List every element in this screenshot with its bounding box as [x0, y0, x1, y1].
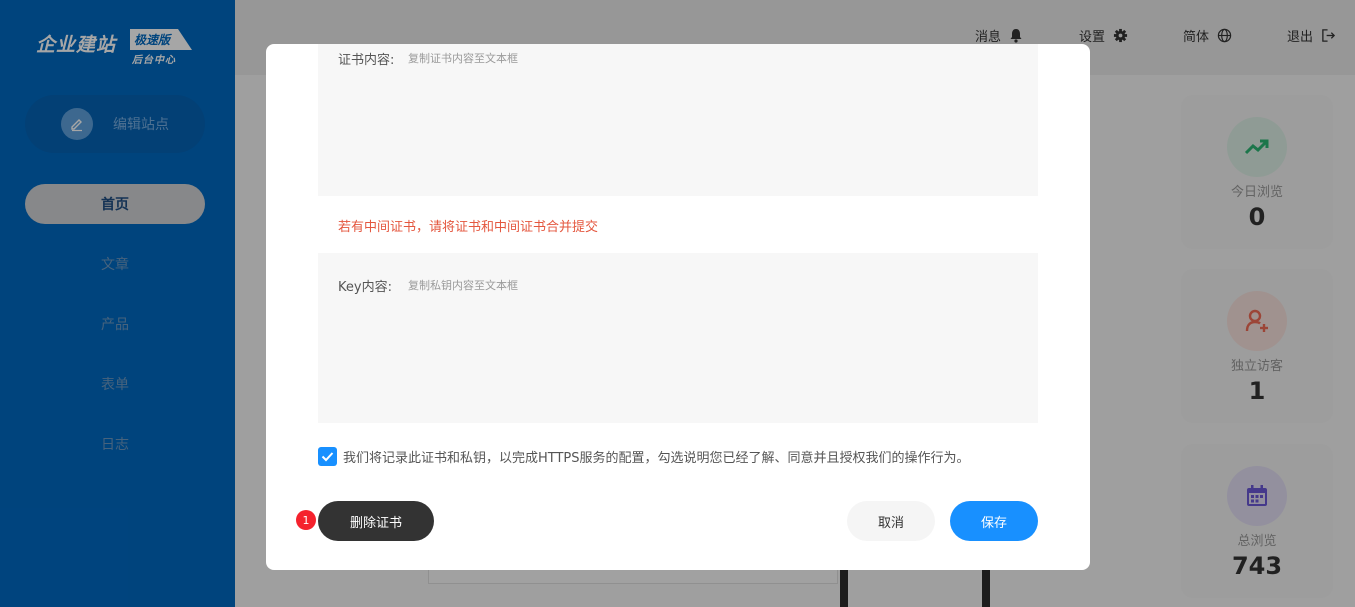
- cancel-button[interactable]: 取消: [847, 501, 935, 541]
- key-content-input[interactable]: [408, 277, 1008, 417]
- save-button[interactable]: 保存: [950, 501, 1038, 541]
- intermediate-cert-warning: 若有中间证书，请将证书和中间证书合并提交: [338, 220, 599, 235]
- key-content-label: Key内容:: [338, 280, 392, 295]
- cert-content-input[interactable]: [408, 50, 1008, 190]
- cert-content-label: 证书内容:: [338, 53, 395, 68]
- notification-badge: 1: [296, 510, 316, 530]
- key-content-area: Key内容:: [318, 253, 1038, 423]
- checkmark-icon: [321, 452, 334, 462]
- agree-text: 我们将记录此证书和私钥，以完成HTTPS服务的配置，勾选说明您已经了解、同意并且…: [343, 451, 970, 466]
- agree-row: 我们将记录此证书和私钥，以完成HTTPS服务的配置，勾选说明您已经了解、同意并且…: [318, 447, 970, 466]
- cert-content-area: 证书内容:: [318, 44, 1038, 196]
- delete-certificate-button[interactable]: 删除证书: [318, 501, 434, 541]
- ssl-certificate-modal: 证书内容: 若有中间证书，请将证书和中间证书合并提交 Key内容: 我们将记录此…: [266, 44, 1090, 570]
- agree-checkbox[interactable]: [318, 447, 337, 466]
